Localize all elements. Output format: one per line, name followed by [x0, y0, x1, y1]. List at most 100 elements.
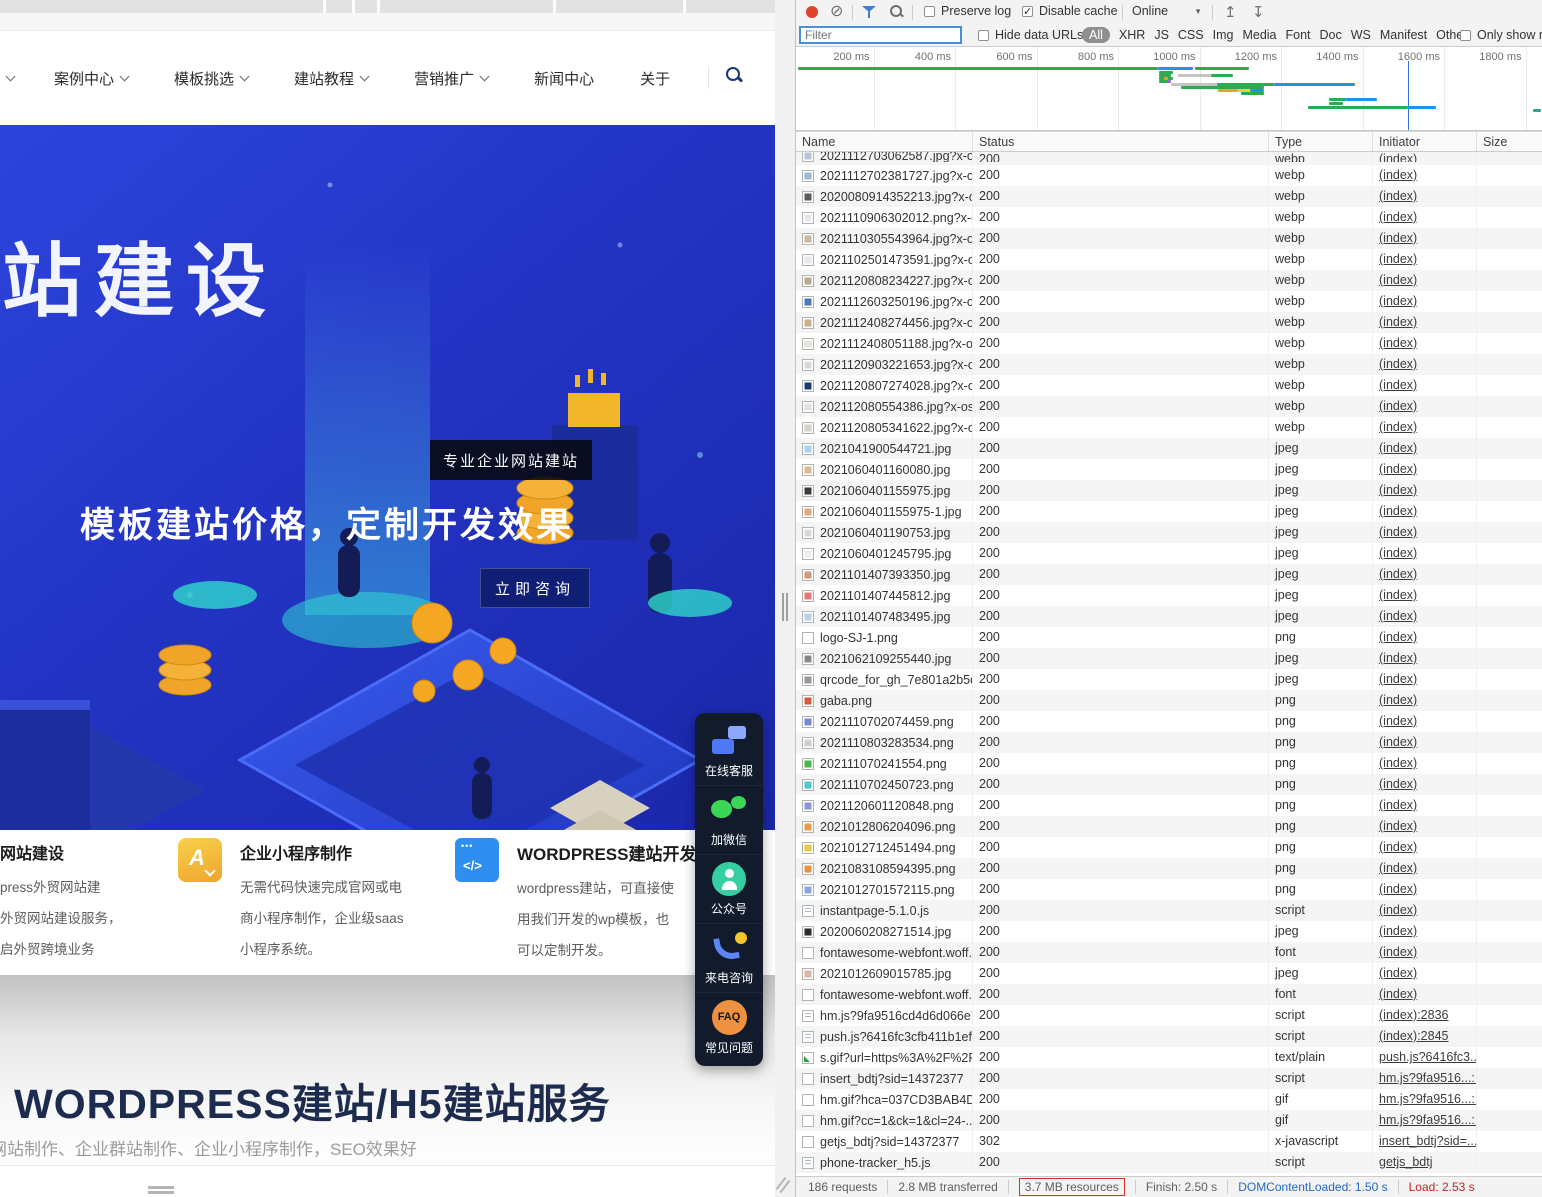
initiator-link[interactable]: (index): [1373, 984, 1477, 1005]
column-header-name[interactable]: Name: [796, 132, 973, 151]
initiator-link[interactable]: (index): [1373, 228, 1477, 249]
table-row[interactable]: 2021112408051188.jpg?x-oss...200webp(ind…: [796, 333, 1542, 354]
initiator-link[interactable]: (index): [1373, 543, 1477, 564]
filter-pill-ws[interactable]: WS: [1351, 28, 1371, 42]
initiator-link[interactable]: (index): [1373, 186, 1477, 207]
initiator-link[interactable]: (index): [1373, 270, 1477, 291]
table-row[interactable]: 2021060401245795.jpg200jpeg(index): [796, 543, 1542, 564]
initiator-link[interactable]: (index): [1373, 312, 1477, 333]
checkbox-checked-icon[interactable]: [1022, 6, 1033, 17]
table-row[interactable]: getjs_bdtj?sid=14372377302x-javascriptin…: [796, 1131, 1542, 1152]
initiator-link[interactable]: (index): [1373, 858, 1477, 879]
table-row[interactable]: 2021102501473591.jpg?x-oss...200webp(ind…: [796, 249, 1542, 270]
initiator-link[interactable]: getjs_bdtj: [1373, 1152, 1477, 1173]
initiator-link[interactable]: (index): [1373, 963, 1477, 984]
initiator-link[interactable]: insert_bdtj?sid=...: [1373, 1131, 1477, 1152]
filter-pill-js[interactable]: JS: [1154, 28, 1169, 42]
table-row[interactable]: fontawesome-webfont.woff...200font(index…: [796, 942, 1542, 963]
nav-item-3[interactable]: 建站教程: [294, 68, 368, 89]
initiator-link[interactable]: (index):2836: [1373, 1005, 1477, 1026]
float-item-wechat[interactable]: 加微信: [695, 786, 763, 855]
checkbox-icon[interactable]: [978, 30, 989, 41]
initiator-link[interactable]: (index): [1373, 921, 1477, 942]
table-row[interactable]: 2021120903221653.jpg?x-oss...200webp(ind…: [796, 354, 1542, 375]
search-button[interactable]: [726, 67, 743, 89]
table-row[interactable]: 2021112703062587.jpg?x-oss...200webp(ind…: [796, 152, 1542, 165]
table-row[interactable]: 2021120805341622.jpg?x-oss...200webp(ind…: [796, 417, 1542, 438]
filter-pill-all[interactable]: All: [1082, 27, 1110, 43]
initiator-link[interactable]: (index): [1373, 690, 1477, 711]
table-row[interactable]: hm.js?9fa9516cd4d6d066e72...200script(in…: [796, 1005, 1542, 1026]
nav-item-4[interactable]: 营销推广: [414, 68, 488, 89]
filter-pill-font[interactable]: Font: [1286, 28, 1311, 42]
filter-pill-doc[interactable]: Doc: [1320, 28, 1342, 42]
network-overview-waterfall[interactable]: 200 ms400 ms600 ms800 ms1000 ms1200 ms14…: [796, 47, 1542, 131]
initiator-link[interactable]: (index): [1373, 648, 1477, 669]
hide-data-urls-toggle[interactable]: Hide data URLs: [978, 28, 1083, 42]
table-row[interactable]: 202112080554386.jpg?x-oss-...200webp(ind…: [796, 396, 1542, 417]
pane-splitter[interactable]: [775, 0, 795, 1197]
initiator-link[interactable]: (index): [1373, 165, 1477, 186]
initiator-link[interactable]: hm.js?9fa9516...:...: [1373, 1110, 1477, 1131]
table-row[interactable]: logo-SJ-1.png200png(index): [796, 627, 1542, 648]
initiator-link[interactable]: (index): [1373, 354, 1477, 375]
column-header-size[interactable]: Size: [1477, 132, 1542, 151]
clear-icon[interactable]: [830, 1, 843, 21]
filter-icon[interactable]: [862, 6, 876, 19]
initiator-link[interactable]: (index): [1373, 627, 1477, 648]
nav-item-6[interactable]: 关于: [640, 68, 670, 89]
checkbox-icon[interactable]: [1460, 30, 1471, 41]
table-row[interactable]: 2021060401155975.jpg200jpeg(index): [796, 480, 1542, 501]
initiator-link[interactable]: (index): [1373, 396, 1477, 417]
initiator-link[interactable]: (index): [1373, 522, 1477, 543]
initiator-link[interactable]: (index): [1373, 774, 1477, 795]
initiator-link[interactable]: (index): [1373, 333, 1477, 354]
table-row[interactable]: insert_bdtj?sid=14372377200scripthm.js?9…: [796, 1068, 1542, 1089]
table-row[interactable]: 2021060401155975-1.jpg200jpeg(index): [796, 501, 1542, 522]
nav-item-2[interactable]: 模板挑选: [174, 68, 248, 89]
initiator-link[interactable]: (index): [1373, 375, 1477, 396]
column-header-initiator[interactable]: Initiator: [1373, 132, 1477, 151]
table-row[interactable]: 2020080914352213.jpg?x-oss...200webp(ind…: [796, 186, 1542, 207]
table-row[interactable]: 2021060401160080.jpg200jpeg(index): [796, 459, 1542, 480]
filter-pill-media[interactable]: Media: [1242, 28, 1276, 42]
initiator-link[interactable]: (index): [1373, 564, 1477, 585]
table-row[interactable]: 2021062109255440.jpg200jpeg(index): [796, 648, 1542, 669]
record-button[interactable]: [806, 6, 818, 18]
table-row[interactable]: instantpage-5.1.0.js200script(index): [796, 900, 1542, 921]
filter-pill-xhr[interactable]: XHR: [1119, 28, 1145, 42]
table-row[interactable]: 2021083108594395.png200png(index): [796, 858, 1542, 879]
table-row[interactable]: 2021112603250196.jpg?x-oss...200webp(ind…: [796, 291, 1542, 312]
initiator-link[interactable]: push.js?6416fc3...: [1373, 1047, 1477, 1068]
column-header-type[interactable]: Type: [1269, 132, 1373, 151]
table-row[interactable]: 2021110906302012.png?x-os...200webp(inde…: [796, 207, 1542, 228]
initiator-link[interactable]: (index): [1373, 417, 1477, 438]
table-row[interactable]: 2021110803283534.png200png(index): [796, 732, 1542, 753]
initiator-link[interactable]: (index): [1373, 207, 1477, 228]
consult-now-button[interactable]: 立即咨询: [480, 568, 590, 608]
table-row[interactable]: 2021120601120848.png200png(index): [796, 795, 1542, 816]
initiator-link[interactable]: hm.js?9fa9516...:...: [1373, 1068, 1477, 1089]
filter-pill-manifest[interactable]: Manifest: [1380, 28, 1427, 42]
initiator-link[interactable]: (index): [1373, 795, 1477, 816]
import-har-icon[interactable]: [1224, 3, 1237, 21]
initiator-link[interactable]: (index): [1373, 291, 1477, 312]
table-row[interactable]: 2021110702074459.png200png(index): [796, 711, 1542, 732]
initiator-link[interactable]: (index): [1373, 837, 1477, 858]
table-row[interactable]: 2021101407393350.jpg200jpeg(index): [796, 564, 1542, 585]
preserve-log-toggle[interactable]: Preserve log: [924, 4, 1011, 18]
table-row[interactable]: hm.gif?cc=1&ck=1&cl=24-...200gifhm.js?9f…: [796, 1110, 1542, 1131]
initiator-link[interactable]: (index): [1373, 753, 1477, 774]
nav-item-1[interactable]: 案例中心: [54, 68, 128, 89]
nav-item-5[interactable]: 新闻中心: [534, 68, 594, 89]
initiator-link[interactable]: (index): [1373, 942, 1477, 963]
initiator-link[interactable]: (index): [1373, 249, 1477, 270]
table-row[interactable]: 2021110305543964.jpg?x-oss...200webp(ind…: [796, 228, 1542, 249]
table-row[interactable]: gaba.png200png(index): [796, 690, 1542, 711]
float-item-faq[interactable]: FAQ常见问题: [695, 993, 763, 1062]
table-row[interactable]: phone-tracker_h5.js200scriptgetjs_bdtj: [796, 1152, 1542, 1173]
checkbox-icon[interactable]: [924, 6, 935, 17]
table-row[interactable]: 2021060401190753.jpg200jpeg(index): [796, 522, 1542, 543]
table-row[interactable]: 2021120808234227.jpg?x-oss...200webp(ind…: [796, 270, 1542, 291]
column-header-status[interactable]: Status: [973, 132, 1269, 151]
